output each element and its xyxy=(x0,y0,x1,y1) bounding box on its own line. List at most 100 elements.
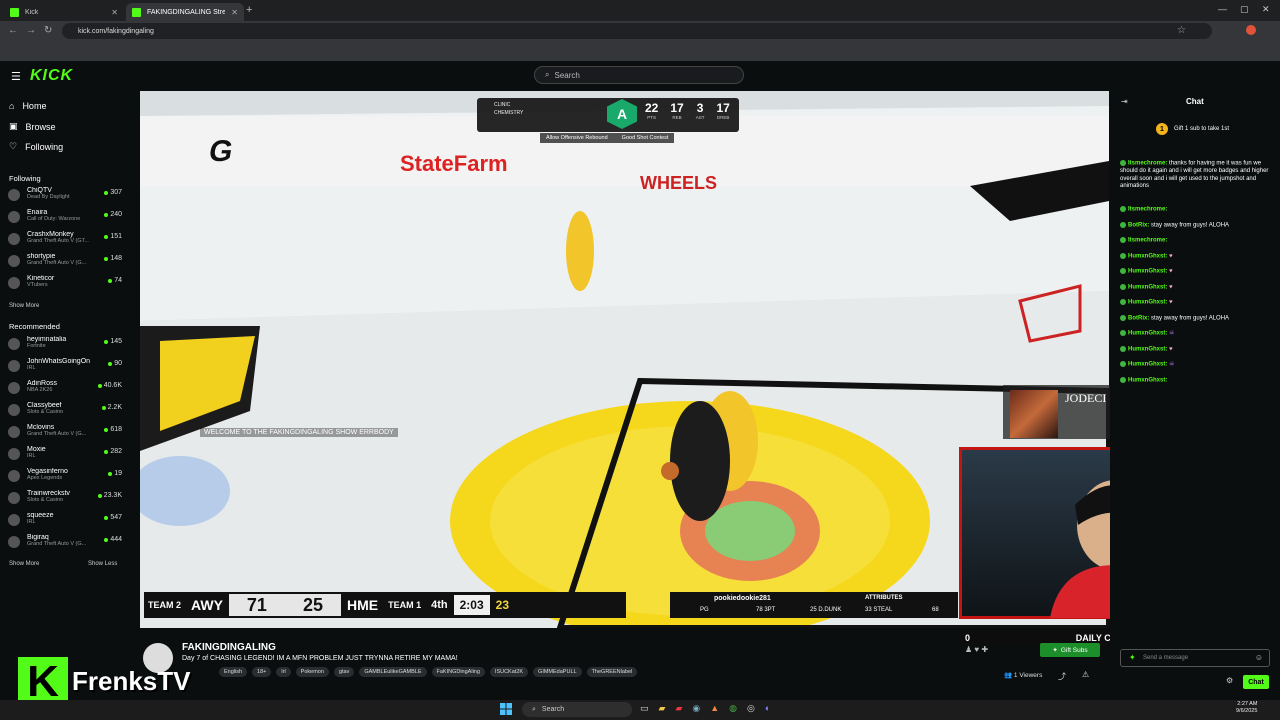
sidebar-channel-item[interactable]: Enaira Call of Duty: Warzone 240 xyxy=(8,209,122,231)
stream-tag[interactable]: lrl xyxy=(276,667,291,677)
chat-username[interactable]: HumxnGhxst: xyxy=(1128,362,1167,368)
taskbar-apps[interactable]: ▭ ▰ ▰ ◉ ▲ ◍ ◎ ◐ xyxy=(640,703,770,714)
chat-text: ☠ xyxy=(1169,361,1175,368)
close-window-icon[interactable]: ✕ xyxy=(1262,4,1270,15)
show-less-button[interactable]: Show Less xyxy=(88,561,117,567)
sidebar-channel-item[interactable]: Moxie IRL 282 xyxy=(8,446,122,468)
collapse-chat-icon[interactable]: ⇥ xyxy=(1121,97,1128,106)
search-input[interactable]: ⌕ Search xyxy=(534,66,744,84)
browser-tab-stream[interactable]: FAKINGDINGALING Stream ✕ xyxy=(126,3,244,21)
chat-username[interactable]: HumxnGhxst: xyxy=(1128,300,1167,306)
stream-tag[interactable]: English xyxy=(219,667,248,677)
stream-tag[interactable]: 18+ xyxy=(252,667,272,677)
sidebar-channel-item[interactable]: Mclovins Grand Theft Auto V (G... 618 xyxy=(8,424,122,446)
viewer-count-text: 240 xyxy=(110,211,122,218)
stream-tag[interactable]: Pokemon xyxy=(295,667,329,677)
channel-info: AdinRoss NBA 2K26 xyxy=(27,380,98,393)
chat-username[interactable]: HumxnGhxst: xyxy=(1128,377,1167,383)
live-dot-icon xyxy=(104,515,109,520)
taskbar-search[interactable]: ⌕ Search xyxy=(522,702,632,717)
url-field[interactable]: kick.com/fakingdingaling xyxy=(62,23,1212,39)
verified-badge-icon xyxy=(1120,237,1126,243)
close-tab-icon[interactable]: ✕ xyxy=(111,8,118,17)
sidebar-item-browse[interactable]: ▣ Browse xyxy=(9,121,56,132)
verified-badge-icon xyxy=(1120,206,1126,212)
chat-username[interactable]: Itsmechrome: xyxy=(1128,238,1167,244)
sidebar-channel-item[interactable]: Trainwreckstv Slots & Casino 23.3K xyxy=(8,490,122,512)
sidebar-channel-item[interactable]: Kineticor VTubers 74 xyxy=(8,275,122,297)
browser-tab-kick[interactable]: Kick ✕ xyxy=(4,3,124,21)
sidebar-channel-item[interactable]: CrashxMonkey Grand Theft Auto V (GT... 151 xyxy=(8,231,122,253)
recommended-heading: Recommended xyxy=(9,322,60,331)
steam-icon[interactable]: ◉ xyxy=(692,703,700,714)
sidebar-channel-item[interactable]: JohnWhatsGoingOn IRL 90 xyxy=(8,358,122,380)
obs-icon[interactable]: ◎ xyxy=(747,703,755,714)
reaction-icons[interactable]: ♟ ♥ ✚ xyxy=(965,645,988,654)
forward-icon[interactable]: → xyxy=(26,25,36,36)
sidebar-channel-item[interactable]: Classybeef Slots & Casino 2.2K xyxy=(8,402,122,424)
sidebar-channel-item[interactable]: AdinRoss NBA 2K26 40.6K xyxy=(8,380,122,402)
new-tab-icon[interactable]: + xyxy=(246,4,252,16)
minimize-icon[interactable]: — xyxy=(1218,4,1227,14)
stream-tag[interactable]: FaKINGDingAling xyxy=(431,667,485,677)
chat-input-placeholder: Send a message xyxy=(1143,655,1189,661)
stream-tag[interactable]: GIMMEdaPULL xyxy=(533,667,582,677)
streamer-name[interactable]: FAKINGDINGALING xyxy=(182,642,276,653)
stream-tag[interactable]: gtav xyxy=(333,667,355,677)
gift-subs-button[interactable]: ✦ Gift Subs xyxy=(1040,643,1100,657)
discord-icon[interactable]: ◐ xyxy=(765,703,770,714)
chat-input[interactable]: ✦ Send a message ☺ xyxy=(1120,649,1270,667)
share-icon[interactable]: ⤴ xyxy=(1058,671,1066,682)
home-team-label: TEAM 1 xyxy=(388,600,422,610)
channel-viewers: 547 xyxy=(104,514,122,521)
show-more-recommended-button[interactable]: Show More xyxy=(9,561,39,567)
show-more-following-button[interactable]: Show More xyxy=(9,303,39,309)
kick-logo[interactable]: KICK xyxy=(30,67,73,85)
sidebar-item-following[interactable]: ♡ Following xyxy=(9,141,63,152)
back-icon[interactable]: ← xyxy=(8,25,18,36)
sidebar-channel-item[interactable]: shortypie Grand Theft Auto V (G... 148 xyxy=(8,253,122,275)
chat-username[interactable]: Itsmechrome: xyxy=(1128,207,1167,213)
close-tab-icon[interactable]: ✕ xyxy=(231,8,238,17)
chat-username[interactable]: Itsmechrome: xyxy=(1128,161,1167,167)
task-view-icon[interactable]: ▭ xyxy=(640,703,649,714)
stream-tag[interactable]: TheGREENlabel xyxy=(586,667,638,677)
profile-avatar[interactable] xyxy=(1246,25,1256,35)
sidebar-channel-item[interactable]: Vegasinferno Apex Legends 19 xyxy=(8,468,122,490)
warning-icon[interactable]: ⚠ xyxy=(1082,670,1089,679)
sidebar-item-home[interactable]: ⌂ Home xyxy=(9,101,46,111)
chat-username[interactable]: HumxnGhxst: xyxy=(1128,284,1167,290)
file-explorer-icon[interactable]: ▰ xyxy=(659,703,666,714)
bookmark-star-icon[interactable]: ☆ xyxy=(1177,25,1186,36)
channel-avatar xyxy=(8,189,20,201)
chat-username[interactable]: HumxnGhxst: xyxy=(1128,253,1167,259)
reload-icon[interactable]: ↻ xyxy=(44,25,52,36)
app-icon[interactable]: ▲ xyxy=(710,703,719,714)
nav-label: Following xyxy=(25,141,64,152)
chat-username[interactable]: HumxnGhxst: xyxy=(1128,331,1167,337)
chat-username[interactable]: BotRix: xyxy=(1128,222,1149,228)
chat-username[interactable]: HumxnGhxst: xyxy=(1128,269,1167,275)
emoji-icon[interactable]: ☺ xyxy=(1255,653,1263,662)
sidebar-channel-item[interactable]: Bigiraq Grand Theft Auto V (G... 444 xyxy=(8,534,122,556)
gift-sub-banner[interactable]: 1 Gift 1 sub to take 1st xyxy=(1156,123,1229,135)
menu-icon[interactable]: ☰ xyxy=(11,70,21,83)
sidebar-channel-item[interactable]: squeeze IRL 547 xyxy=(8,512,122,534)
chat-username[interactable]: HumxnGhxst: xyxy=(1128,346,1167,352)
send-chat-button[interactable]: Chat xyxy=(1243,675,1269,689)
chat-settings-icon[interactable]: ⚙ xyxy=(1226,676,1233,685)
welcome-ticker: WELCOME TO THE FAKINGDINGALING SHOW ERRB… xyxy=(200,428,398,437)
sidebar-channel-item[interactable]: heyimnatalia Fortnite 145 xyxy=(8,336,122,358)
maximize-icon[interactable]: ▢ xyxy=(1240,4,1249,15)
chat-username[interactable]: BotRix: xyxy=(1128,315,1149,321)
stream-tag[interactable]: ISUCKat2K xyxy=(489,667,529,677)
stream-tag[interactable]: GAMBLEulikeGAMBLE xyxy=(359,667,427,677)
windows-start-icon[interactable] xyxy=(500,703,512,715)
sidebar-channel-item[interactable]: ChiQTV Dead By Daylight 307 xyxy=(8,187,122,209)
hud-stat: 22 PTS xyxy=(645,101,658,120)
live-dot-icon xyxy=(104,234,109,239)
pdf-icon[interactable]: ▰ xyxy=(675,703,682,714)
stat-label: PTS xyxy=(647,115,657,120)
chrome-icon[interactable]: ◍ xyxy=(729,703,737,714)
emote-icon[interactable]: ✦ xyxy=(1129,653,1136,662)
